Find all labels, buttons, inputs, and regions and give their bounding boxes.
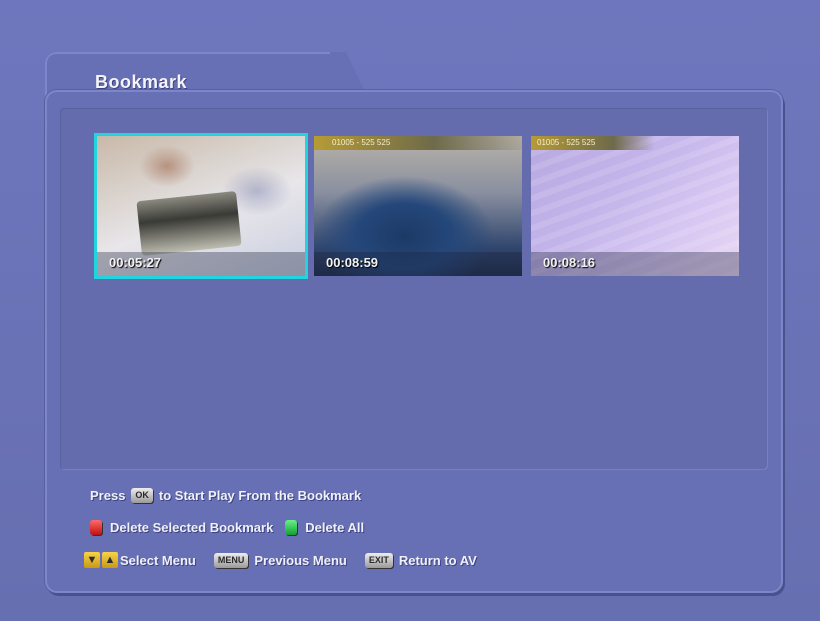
help-delete-all-label: Delete All xyxy=(305,520,365,535)
help-delete-selected-label: Delete Selected Bookmark xyxy=(110,520,274,535)
help-return-av-label: Return to AV xyxy=(398,552,477,568)
down-arrow-icon: ▼ xyxy=(84,552,100,568)
bookmark-thumbnail[interactable]: 00:05:27 xyxy=(94,133,308,279)
help-press-label: Press xyxy=(90,488,126,503)
green-key-icon xyxy=(285,520,298,535)
help-previous-menu-label: Previous Menu xyxy=(254,552,347,568)
ok-key-icon: OK xyxy=(131,488,153,503)
bookmark-time: 00:05:27 xyxy=(109,255,162,270)
bookmark-time: 00:08:16 xyxy=(543,255,596,270)
help-start-play-label: to Start Play From the Bookmark xyxy=(158,488,362,503)
menu-key-icon: MENU xyxy=(213,552,249,568)
bookmark-time: 00:08:59 xyxy=(326,255,379,270)
bookmark-thumbnail[interactable]: 01005 - 525 525 00:08:16 xyxy=(531,136,739,276)
thumbnail-image xyxy=(136,190,242,257)
red-key-icon xyxy=(90,520,102,535)
panel-title: Bookmark xyxy=(95,72,188,92)
help-line-play: Press OK to Start Play From the Bookmark xyxy=(90,488,361,503)
channel-banner: 01005 - 525 525 xyxy=(531,136,737,150)
help-line-nav: ▼ ▲ Select Menu MENU Previous Menu EXIT … xyxy=(84,552,477,568)
exit-key-icon: EXIT xyxy=(364,552,393,568)
help-select-menu-label: Select Menu xyxy=(120,552,196,568)
channel-banner: 01005 - 525 525 xyxy=(314,136,522,150)
help-line-delete: Delete Selected Bookmark Delete All xyxy=(90,520,364,535)
up-arrow-icon: ▲ xyxy=(102,552,118,568)
bookmark-thumbnail[interactable]: 01005 - 525 525 00:08:59 xyxy=(314,136,522,276)
